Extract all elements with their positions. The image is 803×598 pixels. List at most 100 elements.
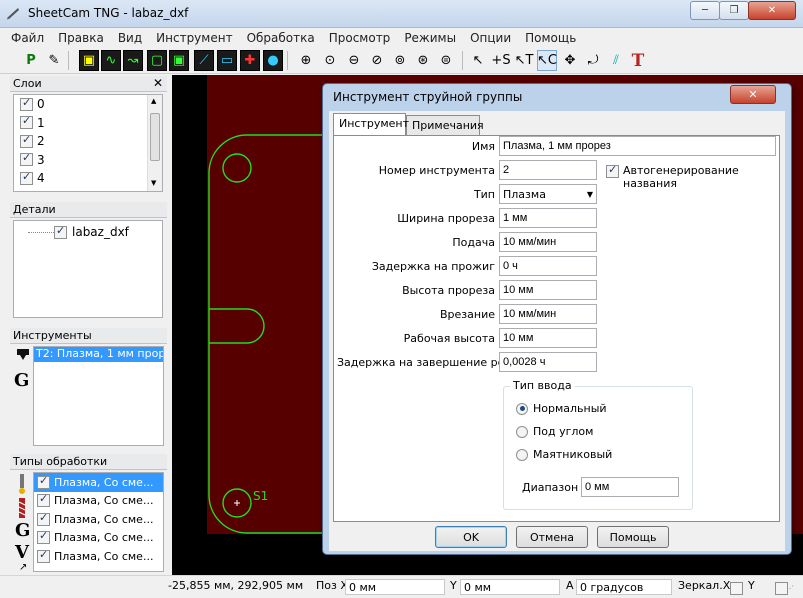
operation-checkbox[interactable] <box>37 492 50 508</box>
plasma-torch-icon[interactable] <box>14 348 32 362</box>
scroll-down-icon[interactable]: ▼ <box>151 179 156 187</box>
layer-checkbox[interactable] <box>20 170 33 185</box>
view-button-5[interactable]: ⊚ <box>390 50 410 71</box>
operation-checkbox[interactable] <box>37 548 50 563</box>
gcode-g-icon[interactable]: G <box>14 370 29 391</box>
name-input[interactable] <box>499 136 776 156</box>
layer-row[interactable]: 4 <box>14 169 162 188</box>
menu-file[interactable]: Файл <box>4 31 51 45</box>
select-tool-button[interactable]: ↖ <box>468 50 488 71</box>
radio-button[interactable] <box>516 425 528 438</box>
plunge-input[interactable] <box>499 304 597 324</box>
cut-height-input[interactable] <box>499 328 597 348</box>
view-button-3[interactable]: ⊖ <box>344 50 364 71</box>
tool-item-selected[interactable]: T2: Плазма, 1 мм прорез <box>34 347 163 362</box>
operation-checkbox[interactable] <box>37 474 50 489</box>
layer-checkbox[interactable] <box>20 96 33 111</box>
feed-input[interactable] <box>499 232 597 252</box>
menu-edit[interactable]: Правка <box>51 31 111 45</box>
operation-item[interactable]: Плазма, Со сме... <box>34 510 163 529</box>
end-delay-input[interactable] <box>499 352 597 372</box>
rotate-tool-button[interactable]: ⤾ <box>583 50 603 71</box>
operation-item[interactable]: Плазма, Со сме... <box>34 492 163 511</box>
view-button-6[interactable]: ⊛ <box>413 50 433 71</box>
drill-tool-button[interactable]: ⫽ <box>606 50 626 71</box>
pierce-height-input[interactable] <box>499 280 597 300</box>
show-tool-button[interactable]: ● <box>263 50 283 71</box>
radio-button[interactable] <box>516 448 528 461</box>
maximize-button[interactable]: ❐ <box>719 1 749 20</box>
range-input[interactable] <box>581 477 679 497</box>
menu-options[interactable]: Опции <box>463 31 518 45</box>
menu-preview[interactable]: Просмотр <box>322 31 398 45</box>
layer-row[interactable]: 2 <box>14 132 162 151</box>
layers-close-icon[interactable]: ✕ <box>153 76 163 90</box>
layer-checkbox[interactable] <box>20 133 33 148</box>
layer-checkbox[interactable] <box>20 151 33 167</box>
pos-y-field[interactable]: 0 мм <box>460 579 560 595</box>
type-select[interactable]: Плазма ▼ <box>499 184 597 204</box>
dialog-close-button[interactable]: ✕ <box>730 85 776 104</box>
operation-checkbox[interactable] <box>37 511 50 526</box>
cut-select-tool-button[interactable]: ↖C <box>537 50 557 71</box>
view-button-4[interactable]: ⊘ <box>367 50 387 71</box>
ok-button[interactable]: OK <box>435 526 507 548</box>
view-button-7[interactable]: ⊜ <box>436 50 456 71</box>
layer-row[interactable]: 3 <box>14 151 162 170</box>
text-select-tool-button[interactable]: ↖T <box>514 50 534 71</box>
cancel-button[interactable]: Отмена <box>516 526 588 548</box>
menu-operation[interactable]: Обработка <box>240 31 322 45</box>
menu-help[interactable]: Помощь <box>518 31 583 45</box>
scroll-up-icon[interactable]: ▲ <box>151 97 156 105</box>
text-tool-button[interactable]: T <box>628 50 648 71</box>
post-process-button[interactable]: P <box>21 50 41 71</box>
pos-x-field[interactable]: 0 мм <box>345 579 445 595</box>
view-button-1[interactable]: ⊕ <box>296 50 316 71</box>
operation-checkbox[interactable] <box>37 529 50 545</box>
move-tool-button[interactable]: ✥ <box>560 50 580 71</box>
tab-tool[interactable]: Инструмент <box>333 113 409 135</box>
pierce-delay-input[interactable] <box>499 256 597 276</box>
menu-modes[interactable]: Режимы <box>397 31 463 45</box>
resize-grip-icon[interactable]: ⋰ <box>786 584 794 593</box>
show-parts-button[interactable]: ▣ <box>79 50 99 71</box>
show-outline-button[interactable]: ▢ <box>147 50 167 71</box>
radio-pendulum[interactable]: Маятниковый <box>516 448 612 461</box>
layer-row[interactable]: 1 <box>14 114 162 133</box>
close-button[interactable]: ✕ <box>748 1 796 20</box>
vcarve-op-icon[interactable]: V <box>15 542 29 563</box>
layer-checkbox[interactable] <box>20 114 33 130</box>
layer-row[interactable]: 0 <box>14 95 162 114</box>
show-rapids-button[interactable]: ↝ <box>123 50 143 71</box>
help-button[interactable]: Помощь <box>597 526 669 548</box>
tool-number-input[interactable] <box>499 160 597 180</box>
angle-field[interactable]: 0 градусов <box>576 579 672 595</box>
kerf-input[interactable] <box>499 208 597 228</box>
scroll-thumb[interactable] <box>150 113 160 161</box>
gcode-op-icon[interactable]: G <box>15 520 30 541</box>
show-paths-button[interactable]: ∿ <box>101 50 121 71</box>
autoname-checkbox[interactable] <box>606 163 619 178</box>
tab-notes[interactable]: Примечания <box>406 115 484 135</box>
radio-button[interactable] <box>516 402 528 415</box>
view-button-2[interactable]: ⊙ <box>320 50 340 71</box>
menu-view[interactable]: Вид <box>111 31 149 45</box>
operation-item-selected[interactable]: Плазма, Со сме... <box>34 473 163 492</box>
part-item[interactable]: labaz_dxf <box>54 224 129 239</box>
show-sheet-button[interactable]: ▭ <box>217 50 237 71</box>
operation-item[interactable]: Плазма, Со сме... <box>34 529 163 548</box>
part-checkbox[interactable] <box>54 224 67 239</box>
radio-normal[interactable]: Нормальный <box>516 402 607 415</box>
show-direction-button[interactable]: ⟋ <box>194 50 214 71</box>
minimize-button[interactable]: ─ <box>690 1 720 20</box>
plasma-op-icon[interactable] <box>15 474 29 496</box>
show-inner-button[interactable]: ▣ <box>169 50 189 71</box>
mirror-x-checkbox[interactable] <box>730 581 743 595</box>
drill-op-icon[interactable] <box>15 498 29 520</box>
radio-angled[interactable]: Под углом <box>516 425 593 438</box>
edit-code-button[interactable]: ✎ <box>44 50 64 71</box>
set-start-tool-button[interactable]: +S <box>491 50 511 71</box>
layers-scrollbar[interactable]: ▲ ▼ <box>147 95 162 191</box>
show-start-points-button[interactable]: ✚ <box>240 50 260 71</box>
menu-tool[interactable]: Инструмент <box>149 31 239 45</box>
